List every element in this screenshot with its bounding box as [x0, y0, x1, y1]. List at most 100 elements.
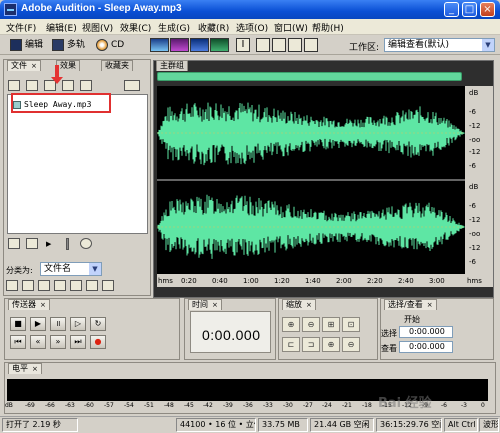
- close-button[interactable]: ×: [480, 2, 495, 17]
- multitrack-view-button[interactable]: 多轨: [52, 37, 85, 53]
- maximize-button[interactable]: □: [462, 2, 477, 17]
- close-icon[interactable]: ×: [212, 301, 218, 309]
- view-label: 查看: [381, 344, 397, 353]
- fast-forward-button[interactable]: »: [50, 335, 66, 349]
- tab-selection-view[interactable]: 选择/查看 ×: [384, 299, 437, 310]
- zoom-in-horizontal-icon[interactable]: ⊕: [282, 317, 300, 332]
- import-file-icon[interactable]: [8, 80, 20, 91]
- sort-select[interactable]: 文件名 ▼: [40, 262, 102, 276]
- cd-view-button[interactable]: CD: [96, 37, 124, 53]
- edit-view-button[interactable]: 编辑: [10, 37, 43, 53]
- zoom-selection-icon[interactable]: ⊡: [342, 317, 360, 332]
- status-view-mode: 波形: [479, 418, 499, 432]
- workspace-value: 编辑查看(默认): [388, 40, 450, 50]
- selection-start-field[interactable]: 0:00.000: [399, 326, 453, 338]
- waveform-view-icon[interactable]: [150, 38, 169, 52]
- view-loop-icon[interactable]: [38, 280, 50, 291]
- tab-files[interactable]: 文件 ×: [7, 60, 41, 71]
- status-disk-free: 21.44 GB 空闲: [310, 418, 374, 432]
- db-tick: -6: [469, 162, 476, 170]
- close-file-icon[interactable]: [26, 80, 38, 91]
- watermark-logo: Bai 经验: [378, 396, 432, 411]
- menu-options[interactable]: 选项(O): [236, 21, 268, 34]
- lasso-tool-icon[interactable]: [272, 38, 286, 52]
- close-icon[interactable]: ×: [306, 301, 312, 309]
- view-session-icon[interactable]: [70, 280, 82, 291]
- menu-window[interactable]: 窗口(W): [274, 21, 308, 34]
- tab-main-group[interactable]: 主群组: [156, 60, 188, 71]
- play-from-cursor-button[interactable]: ▷: [70, 317, 86, 331]
- level-meter-tick: -57: [104, 402, 114, 409]
- stop-button[interactable]: ■: [10, 317, 26, 331]
- workspace-select[interactable]: 编辑查看(默认) ▼: [384, 38, 495, 52]
- main-toolbar: 编辑 多轨 CD I 工作区: 编辑查看(默认) ▼: [0, 35, 500, 55]
- tab-effects-label: 效果: [60, 61, 76, 70]
- minimize-button[interactable]: _: [444, 2, 459, 17]
- overview-bar[interactable]: [157, 72, 462, 81]
- zoom-in-vertical-icon[interactable]: ⊕: [322, 337, 340, 352]
- spectral-view-icon[interactable]: [170, 38, 189, 52]
- menu-generate[interactable]: 生成(G): [158, 21, 190, 34]
- annotation-highlight: [11, 93, 111, 113]
- zoom-out-horizontal-icon[interactable]: ⊖: [302, 317, 320, 332]
- menu-file[interactable]: 文件(F): [6, 21, 36, 34]
- view-video-icon[interactable]: [54, 280, 66, 291]
- zoom-out-full-icon[interactable]: ⊞: [322, 317, 340, 332]
- close-icon[interactable]: ×: [31, 62, 37, 70]
- volume-knob-icon[interactable]: [80, 238, 92, 249]
- level-meter-tick: -48: [164, 402, 174, 409]
- tab-transport[interactable]: 传送器 ×: [8, 299, 50, 310]
- db-tick: -6: [469, 108, 476, 116]
- menu-view[interactable]: 视图(V): [82, 21, 113, 34]
- spectral-pan-icon[interactable]: [190, 38, 209, 52]
- insert-multitrack-icon[interactable]: [62, 80, 74, 91]
- status-open-time: 打开了 2.19 秒: [2, 418, 78, 432]
- close-icon[interactable]: ×: [32, 365, 38, 373]
- timeline-tick: hms: [467, 277, 482, 285]
- tab-zoom[interactable]: 缩放 ×: [282, 299, 316, 310]
- marquee-tool-icon[interactable]: [256, 38, 270, 52]
- tab-effects[interactable]: 效果: [56, 60, 80, 71]
- loop-play-button[interactable]: ↻: [90, 317, 106, 331]
- close-icon[interactable]: ×: [40, 301, 46, 309]
- view-midi-icon[interactable]: [86, 280, 98, 291]
- speaker-icon[interactable]: [8, 238, 20, 249]
- menu-effects[interactable]: 效果(C): [120, 21, 151, 34]
- menu-edit[interactable]: 编辑(E): [46, 21, 77, 34]
- hand-tool-icon[interactable]: [304, 38, 318, 52]
- time-selection-tool-icon[interactable]: I: [236, 38, 250, 52]
- pause-button[interactable]: ॥: [50, 317, 66, 331]
- menu-help[interactable]: 帮助(H): [312, 21, 344, 34]
- rewind-button[interactable]: «: [30, 335, 46, 349]
- tab-files-label: 文件: [11, 61, 27, 70]
- tab-level[interactable]: 电平 ×: [8, 363, 42, 374]
- record-button[interactable]: ●: [90, 335, 106, 349]
- level-meter-tick: -21: [342, 402, 352, 409]
- view-full-path-icon[interactable]: [102, 280, 114, 291]
- insert-cd-icon[interactable]: [80, 80, 92, 91]
- zoom-right-edge-icon[interactable]: ⊐: [302, 337, 320, 352]
- spot-healing-tool-icon[interactable]: [288, 38, 302, 52]
- go-to-start-button[interactable]: ⏮: [10, 335, 26, 349]
- view-start-field[interactable]: 0:00.000: [399, 341, 453, 353]
- play-icon[interactable]: ▶: [46, 240, 54, 248]
- menu-favorites[interactable]: 收藏(R): [198, 21, 229, 34]
- go-to-end-button[interactable]: ⏭: [70, 335, 86, 349]
- loop-icon[interactable]: [26, 238, 38, 249]
- play-button[interactable]: ▶: [30, 317, 46, 331]
- volume-slider[interactable]: [66, 238, 69, 250]
- menu-bar: 文件(F) 编辑(E) 视图(V) 效果(C) 生成(G) 收藏(R) 选项(O…: [0, 19, 500, 35]
- spectral-phase-icon[interactable]: [210, 38, 229, 52]
- autoplay-icon[interactable]: [124, 80, 140, 91]
- tab-time[interactable]: 时间 ×: [188, 299, 222, 310]
- view-audio-icon[interactable]: [22, 280, 34, 291]
- waveform-display[interactable]: [157, 86, 465, 274]
- db-tick: -12: [469, 148, 481, 156]
- timeline-ruler[interactable]: hms 0:20 0:40 1:00 1:20 1:40 2:00 2:20 2…: [157, 274, 493, 287]
- zoom-out-vertical-icon[interactable]: ⊖: [342, 337, 360, 352]
- close-icon[interactable]: ×: [427, 301, 433, 309]
- view-list-icon[interactable]: [6, 280, 18, 291]
- zoom-left-edge-icon[interactable]: ⊏: [282, 337, 300, 352]
- tab-transport-label: 传送器: [12, 300, 36, 309]
- tab-favorites[interactable]: 收藏夹: [101, 60, 133, 71]
